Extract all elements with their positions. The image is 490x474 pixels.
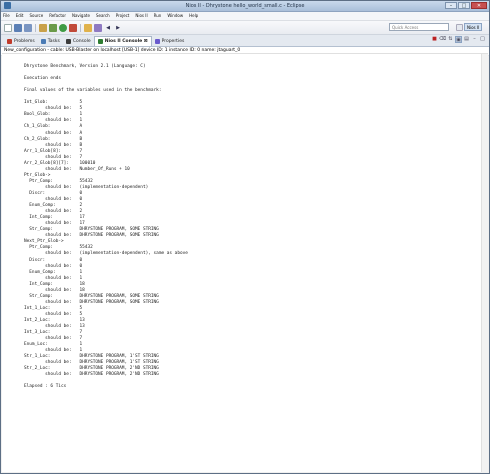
window-title: Nios II - Dhrystone hello_world_small.c … (185, 3, 305, 9)
menu-refactor[interactable]: Refactor (49, 12, 66, 20)
problems-icon (7, 39, 12, 44)
eclipse-app-icon (4, 2, 11, 9)
tab-label: Properties (161, 39, 185, 44)
title-bar[interactable]: Nios II - Dhrystone hello_world_small.c … (1, 1, 489, 12)
close-button[interactable]: ✕ (471, 2, 487, 9)
menu-file[interactable]: File (3, 12, 10, 20)
console-output-area[interactable]: Dhrystone Benchmark, Version 2.1 (Langua… (2, 53, 488, 472)
display-console-icon[interactable]: ▤ (463, 36, 470, 43)
console-line: should be: (implementation-dependent), s… (24, 251, 188, 257)
menu-help[interactable]: Help (189, 12, 198, 20)
main-toolbar: ◀ ▶ Quick Access Nios II (1, 21, 489, 35)
terminate-icon[interactable]: ■ (431, 36, 438, 43)
tab-properties[interactable]: Properties (152, 37, 188, 46)
menu-nios[interactable]: Nios II (135, 12, 147, 20)
menu-bar: File Edit Source Refactor Navigate Searc… (1, 12, 489, 21)
tasks-icon (40, 39, 46, 44)
console-line: Elapsed : 6 Tics (24, 384, 67, 390)
tab-label: Console (72, 39, 91, 44)
open-perspective-icon[interactable] (456, 23, 463, 31)
forward-icon[interactable]: ▶ (114, 24, 122, 32)
tab-nios-console[interactable]: Nios II Console ⊠ (93, 36, 152, 46)
tab-console[interactable]: Console (63, 37, 94, 46)
tab-problems[interactable]: Problems (4, 37, 38, 46)
toolbar-separator (80, 23, 81, 32)
menu-window[interactable]: Window (167, 12, 183, 20)
pin-console-icon[interactable]: ▣ (455, 36, 462, 43)
perspective-switcher: Nios II (456, 23, 486, 31)
menu-search[interactable]: Search (96, 12, 110, 20)
back-icon[interactable]: ◀ (104, 24, 112, 32)
tab-label: Tasks (47, 39, 60, 44)
maximize-button[interactable]: □ (458, 2, 470, 9)
maximize-view-icon[interactable]: □ (479, 36, 486, 43)
console-output-text: Dhrystone Benchmark, Version 2.1 (Langua… (24, 64, 188, 391)
console-icon (65, 39, 71, 44)
perspective-nios-button[interactable]: Nios II (464, 23, 483, 31)
nios-console-icon (97, 39, 103, 44)
properties-icon (154, 39, 160, 44)
toolbar-separator (35, 23, 36, 32)
menu-navigate[interactable]: Navigate (72, 12, 90, 20)
view-tabbar: Problems Tasks Console Nios II Console ⊠… (1, 35, 489, 47)
minimize-button[interactable]: – (445, 2, 457, 9)
menu-source[interactable]: Source (29, 12, 43, 20)
menu-project[interactable]: Project (116, 12, 130, 20)
run-icon[interactable] (59, 23, 67, 32)
eclipse-window: Nios II - Dhrystone hello_world_small.c … (0, 0, 490, 474)
scroll-lock-icon[interactable]: ⇅ (447, 36, 454, 43)
external-tools-icon[interactable] (69, 23, 77, 32)
quick-access-input[interactable]: Quick Access (389, 23, 449, 31)
minimize-view-icon[interactable]: – (471, 36, 478, 43)
tab-tasks[interactable]: Tasks (38, 37, 63, 46)
console-scrollbar[interactable] (481, 54, 488, 472)
clear-console-icon[interactable]: ⌫ (439, 36, 446, 43)
open-type-icon[interactable] (94, 23, 102, 32)
menu-run[interactable]: Run (154, 12, 162, 20)
tab-label: Problems (14, 39, 35, 44)
tab-label: Nios II Console ⊠ (104, 39, 148, 44)
window-controls: – □ ✕ (445, 2, 487, 9)
save-all-icon[interactable] (24, 23, 32, 32)
new-file-icon[interactable] (4, 23, 12, 32)
view-toolbar: ■ ⌫ ⇅ ▣ ▤ – □ (431, 36, 486, 43)
search-icon[interactable] (84, 23, 92, 32)
debug-icon[interactable] (49, 23, 57, 32)
menu-edit[interactable]: Edit (16, 12, 24, 20)
build-icon[interactable] (39, 23, 47, 32)
save-icon[interactable] (14, 23, 22, 32)
